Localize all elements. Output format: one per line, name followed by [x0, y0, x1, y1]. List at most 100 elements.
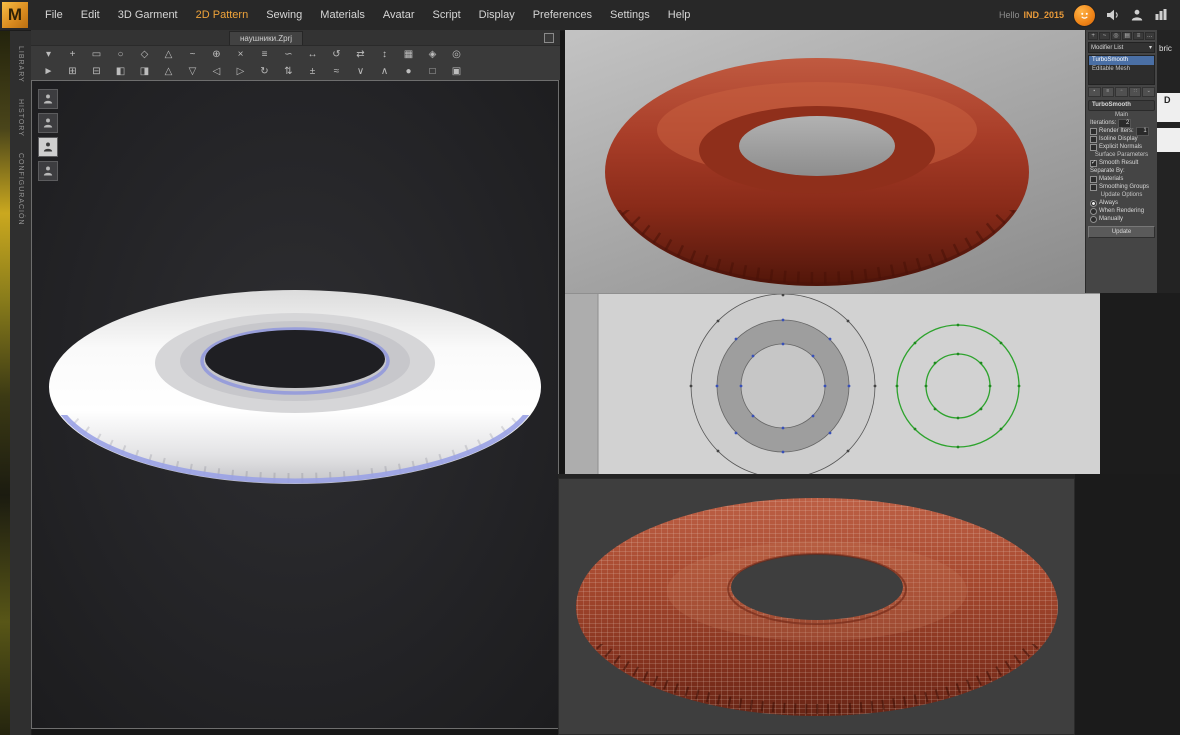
chat-badge-icon[interactable]	[1073, 3, 1096, 27]
document-tab[interactable]: наушники.Zprj	[229, 31, 304, 45]
stack-item-turbosmooth[interactable]: TurboSmooth	[1089, 56, 1154, 65]
menu-item[interactable]: Materials	[311, 0, 374, 30]
cut-tool-icon[interactable]: ×	[231, 47, 250, 62]
fill-square-icon[interactable]: ▣	[447, 64, 466, 79]
speaker-icon[interactable]	[1105, 8, 1120, 23]
menu-item[interactable]: File	[36, 0, 72, 30]
always-radio[interactable]	[1090, 199, 1097, 207]
render-iters-field[interactable]: 1	[1135, 126, 1149, 136]
smoothing-groups-checkbox[interactable]	[1090, 183, 1097, 191]
circle-pattern-icon[interactable]: ○	[111, 47, 130, 62]
menu-item[interactable]: Sewing	[257, 0, 311, 30]
columns-icon[interactable]	[1153, 8, 1168, 23]
avatar-pose-button[interactable]	[38, 113, 58, 133]
swap-icon[interactable]: ⇅	[279, 64, 298, 79]
remove-modifier-icon[interactable]: ∷	[1128, 87, 1142, 97]
menu-item[interactable]: 3D Garment	[109, 0, 187, 30]
iterations-field[interactable]: 2	[1118, 118, 1132, 128]
menu-item[interactable]: Edit	[72, 0, 109, 30]
create-tab-icon[interactable]: +	[1088, 32, 1099, 40]
tri-left-icon[interactable]: ◁	[207, 64, 226, 79]
polygon-pattern-icon[interactable]: ◇	[135, 47, 154, 62]
tri-up-icon[interactable]: △	[159, 64, 178, 79]
update-button[interactable]: Update	[1088, 226, 1155, 238]
app-logo[interactable]: M	[2, 2, 28, 28]
measure-icon[interactable]: ↔	[303, 47, 322, 62]
cutoff-panel-field	[1157, 128, 1180, 152]
collapse-icon[interactable]: ⊟	[87, 64, 106, 79]
modifier-list-dropdown[interactable]: Modifier List ▾	[1088, 42, 1155, 53]
snap-icon[interactable]: ◈	[423, 47, 442, 62]
explicit-normals-label: Explicit Normals	[1099, 144, 1143, 150]
menu-item[interactable]: Script	[424, 0, 470, 30]
smooth-result-checkbox[interactable]	[1090, 159, 1097, 167]
transform-icon[interactable]: ⊞	[63, 64, 82, 79]
seam-tool-icon[interactable]: ≡	[255, 47, 274, 62]
turbosmooth-rollout[interactable]: TurboSmooth	[1088, 100, 1155, 111]
notch-down-icon[interactable]: ∨	[351, 64, 370, 79]
point-icon[interactable]: ●	[399, 64, 418, 79]
user-icon[interactable]	[1129, 8, 1144, 23]
cutoff-panel-field: D	[1157, 93, 1180, 122]
isoline-checkbox[interactable]	[1090, 135, 1097, 143]
hierarchy-tab-icon[interactable]: ◎	[1110, 32, 1121, 40]
notch-up-icon[interactable]: ∧	[375, 64, 394, 79]
menu-item[interactable]: Avatar	[374, 0, 424, 30]
wireframe-viewport[interactable]	[558, 478, 1075, 735]
offset-icon[interactable]: ±	[303, 64, 322, 79]
dart-tool-icon[interactable]: △	[159, 47, 178, 62]
manually-radio[interactable]	[1090, 215, 1097, 223]
stack-item-editable-mesh[interactable]: Editable Mesh	[1089, 65, 1154, 74]
wireframe-torus-render	[559, 479, 1074, 734]
add-point-icon[interactable]: ⊕	[207, 47, 226, 62]
dropdown-arrow-icon[interactable]: ▾	[39, 47, 58, 62]
utilities-tab-icon[interactable]: …	[1144, 32, 1155, 40]
square-icon[interactable]: □	[423, 64, 442, 79]
grainline-icon[interactable]: ↕	[375, 47, 394, 62]
free-sew-icon[interactable]: ∽	[279, 47, 298, 62]
rail-tab[interactable]: HISTORY	[17, 99, 24, 137]
materials-label: Materials	[1099, 176, 1124, 182]
make-unique-icon[interactable]: ▫	[1115, 87, 1128, 97]
curve-tool-icon[interactable]: ~	[183, 47, 202, 62]
rotate-icon[interactable]: ↺	[327, 47, 346, 62]
when-rendering-radio[interactable]	[1090, 207, 1097, 215]
select-tool-icon[interactable]: ►	[39, 64, 58, 79]
md-3d-viewport[interactable]	[31, 80, 559, 729]
detach-window-icon[interactable]	[544, 33, 554, 43]
max-render-viewport[interactable]	[565, 30, 1085, 293]
configure-icon[interactable]: ⌄	[1142, 87, 1155, 97]
fabric-partial-label: bric	[1159, 44, 1172, 53]
pin-stack-icon[interactable]: ▪	[1088, 87, 1101, 97]
mirror-icon[interactable]: ⇄	[351, 47, 370, 62]
menu-item[interactable]: Help	[659, 0, 700, 30]
tri-down-icon[interactable]: ▽	[183, 64, 202, 79]
display-tab-icon[interactable]: ≡	[1133, 32, 1144, 40]
add-pattern-icon[interactable]: +	[63, 47, 82, 62]
rail-tab[interactable]: LIBRARY	[17, 46, 24, 83]
menu-item[interactable]: Settings	[601, 0, 659, 30]
viewport-tool-buttons	[38, 89, 58, 181]
pattern-2d-window[interactable]	[565, 293, 1100, 479]
avatar-show-button[interactable]	[38, 89, 58, 109]
half-left-icon[interactable]: ◧	[111, 64, 130, 79]
render-iters-checkbox[interactable]	[1090, 127, 1097, 135]
garment-show-button[interactable]	[38, 137, 58, 157]
rect-pattern-icon[interactable]: ▭	[87, 47, 106, 62]
menu-item[interactable]: Preferences	[524, 0, 601, 30]
redo-icon[interactable]: ↻	[255, 64, 274, 79]
menu-item[interactable]: Display	[470, 0, 524, 30]
modify-tab-icon[interactable]: ~	[1099, 32, 1110, 40]
rail-tab[interactable]: CONFIGURACIÓN	[17, 153, 24, 226]
target-icon[interactable]: ◎	[447, 47, 466, 62]
grid-icon[interactable]: ▦	[399, 47, 418, 62]
motion-tab-icon[interactable]: ▤	[1121, 32, 1133, 40]
show-end-result-icon[interactable]: ≡	[1101, 87, 1115, 97]
wave-icon[interactable]: ≈	[327, 64, 346, 79]
menu-item[interactable]: 2D Pattern	[187, 0, 258, 30]
avatar-bust-button[interactable]	[38, 161, 58, 181]
tri-right-icon[interactable]: ▷	[231, 64, 250, 79]
materials-checkbox[interactable]	[1090, 175, 1097, 183]
half-right-icon[interactable]: ◨	[135, 64, 154, 79]
explicit-normals-checkbox[interactable]	[1090, 143, 1097, 151]
